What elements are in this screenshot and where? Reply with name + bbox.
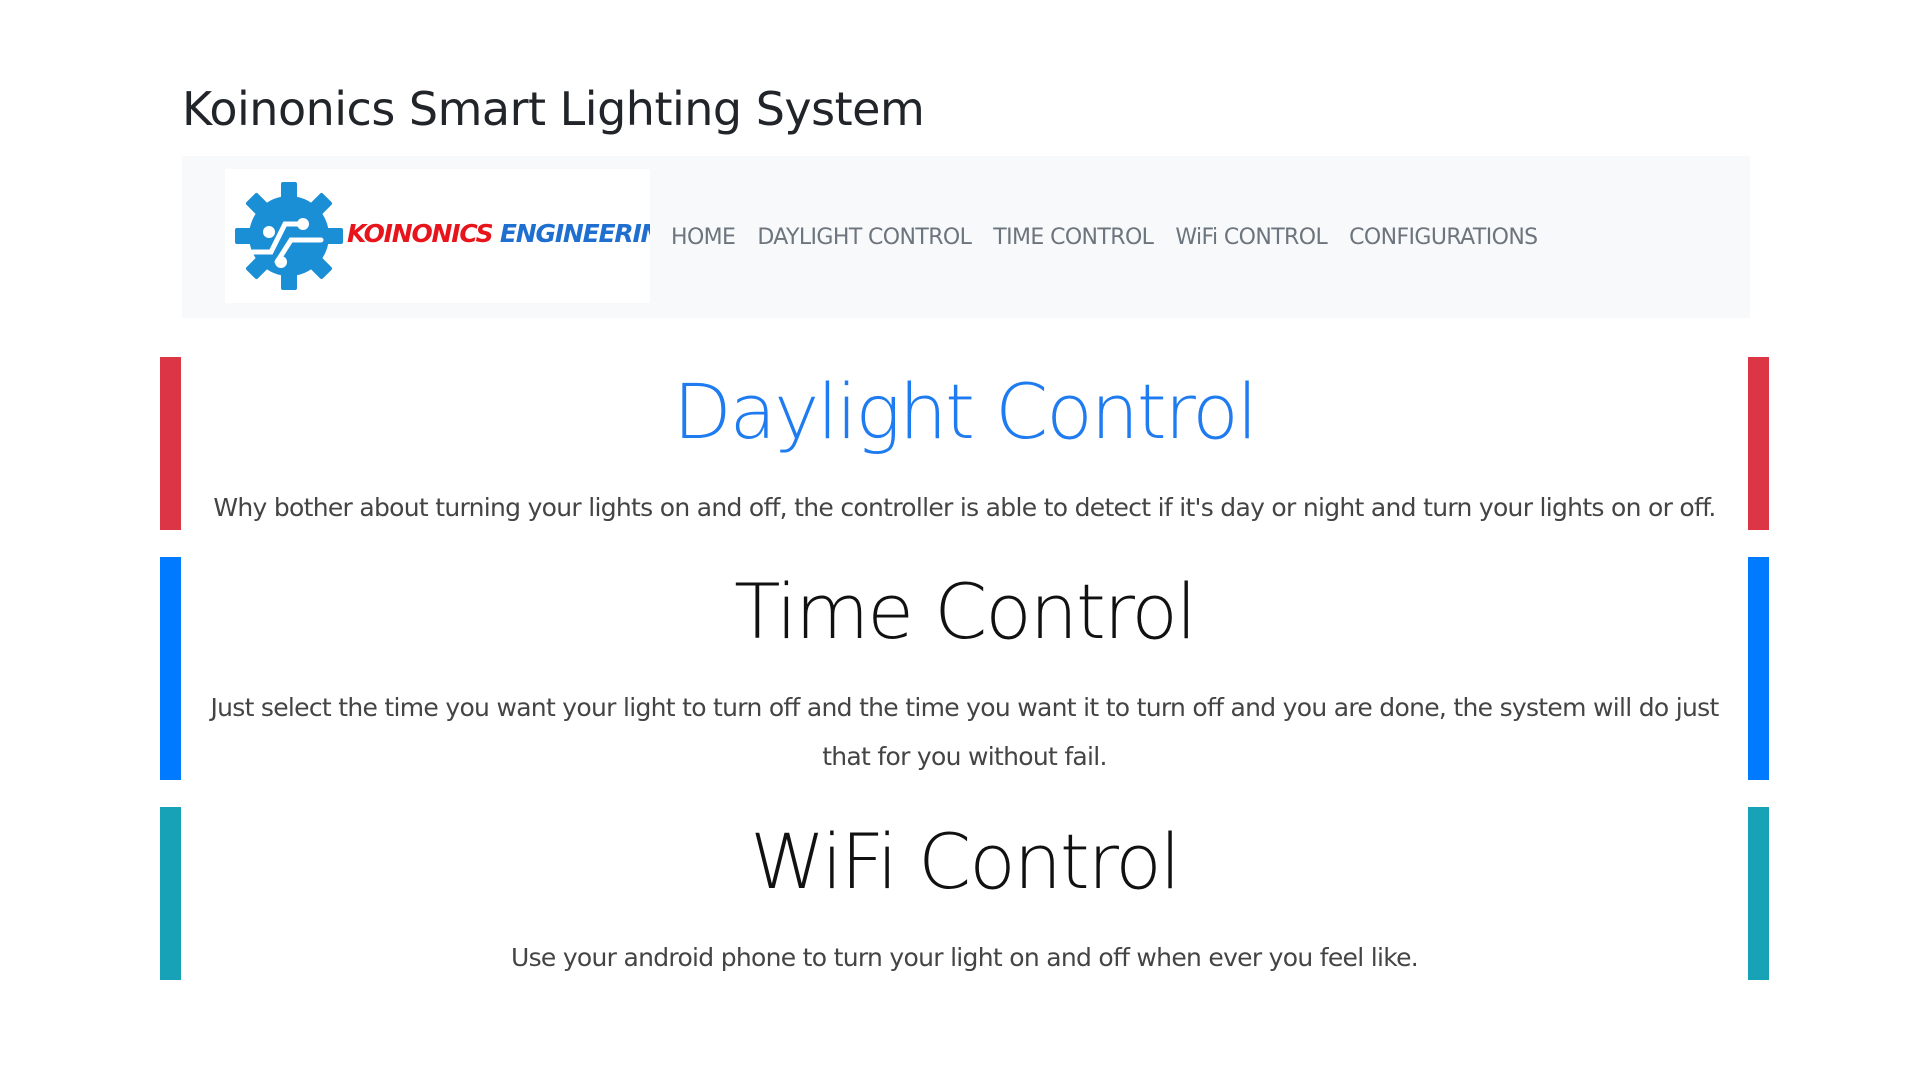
brand-name-part2: ENGINEERING <box>499 219 650 248</box>
accent-bar-left <box>160 357 181 530</box>
accent-bar-left <box>160 807 181 980</box>
feature-title: Daylight Control <box>673 367 1258 456</box>
brand-name: KOINONICS ENGINEERING <box>347 219 650 248</box>
page: Koinonics Smart Lighting System KOINONIC… <box>0 0 1920 1080</box>
brand-logo[interactable]: KOINONICS ENGINEERING <box>225 169 650 303</box>
nav-wifi-control[interactable]: WiFi CONTROL <box>1164 225 1338 250</box>
feature-wifi-control: WiFi Control Use your android phone to t… <box>160 807 1769 980</box>
nav-configurations[interactable]: CONFIGURATIONS <box>1338 225 1548 250</box>
feature-title: WiFi Control <box>750 817 1181 906</box>
brand-name-part1: KOINONICS <box>347 219 494 248</box>
feature-description: Use your android phone to turn your ligh… <box>510 943 1419 972</box>
feature-description: Why bother about turning your lights on … <box>213 493 1716 522</box>
accent-bar-left <box>160 557 181 780</box>
nav-menu: HOME DAYLIGHT CONTROL TIME CONTROL WiFi … <box>660 156 1549 318</box>
nav-time-control[interactable]: TIME CONTROL <box>982 225 1164 250</box>
page-title: Koinonics Smart Lighting System <box>182 82 925 136</box>
gear-circuit-icon <box>235 182 343 290</box>
feature-daylight-control: Daylight Control Why bother about turnin… <box>160 357 1769 530</box>
accent-bar-right <box>1748 357 1769 530</box>
feature-description: Just select the time you want your light… <box>210 693 1719 771</box>
nav-daylight-control[interactable]: DAYLIGHT CONTROL <box>746 225 982 250</box>
accent-bar-right <box>1748 807 1769 980</box>
accent-bar-right <box>1748 557 1769 780</box>
nav-home[interactable]: HOME <box>660 225 746 250</box>
feature-title: Time Control <box>734 567 1197 656</box>
navbar: KOINONICS ENGINEERING HOME DAYLIGHT CONT… <box>182 156 1750 318</box>
feature-time-control: Time Control Just select the time you wa… <box>160 557 1769 780</box>
